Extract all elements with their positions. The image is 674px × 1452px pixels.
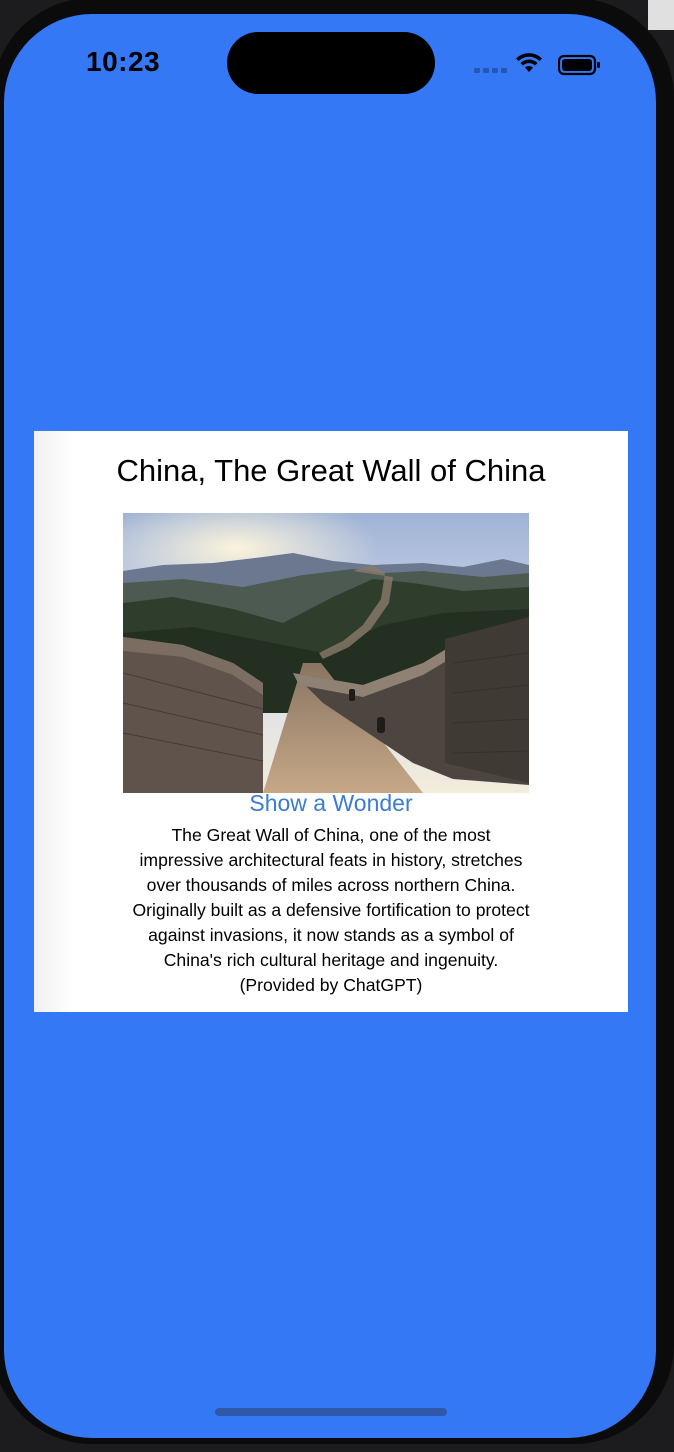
dynamic-island	[227, 32, 435, 94]
battery-icon	[558, 54, 600, 76]
wonder-card: China, The Great Wall of China Show a Wo…	[34, 431, 628, 1012]
great-wall-photo	[123, 513, 529, 793]
cellular-signal-icon	[474, 68, 510, 74]
status-time: 10:23	[86, 46, 161, 77]
home-indicator[interactable]	[215, 1408, 447, 1416]
card-shadow	[34, 431, 74, 1012]
wifi-icon	[516, 53, 542, 72]
status-bar: 10:23	[4, 14, 656, 104]
app-screen: 10:23 China, The Great Wall of China Sho…	[4, 14, 656, 1438]
wonder-image	[123, 513, 529, 793]
wonder-description: The Great Wall of China, one of the most…	[132, 825, 530, 995]
device-frame: 10:23 China, The Great Wall of China Sho…	[0, 0, 674, 1452]
wonder-title: China, The Great Wall of China	[116, 453, 546, 488]
show-wonder-button[interactable]: Show a Wonder	[34, 790, 628, 817]
